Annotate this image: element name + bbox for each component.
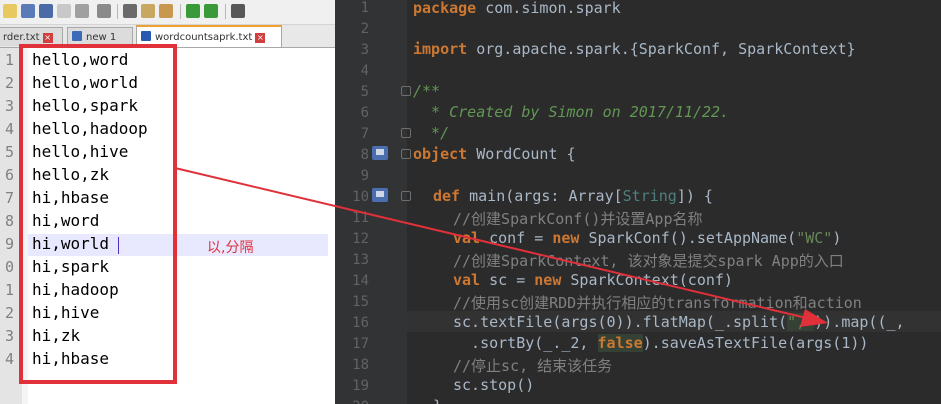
run-gutter-icon[interactable] xyxy=(372,146,388,160)
line-number: 7 xyxy=(4,189,14,207)
ide-line-number: 12 xyxy=(352,231,369,247)
code-line-14: val sc = new SparkContext(conf) xyxy=(453,271,733,289)
save-all-icon[interactable] xyxy=(39,4,53,18)
code-line-12: val conf = new SparkConf().setAppName("W… xyxy=(453,229,842,247)
ide-line-number: 6 xyxy=(360,105,369,121)
new-file-icon[interactable] xyxy=(3,4,17,18)
redo-icon[interactable] xyxy=(204,4,218,18)
tab-label: new 1 xyxy=(86,32,117,43)
file-icon xyxy=(72,31,82,41)
line-number: 2 xyxy=(4,74,14,92)
close-icon[interactable]: × xyxy=(42,33,53,43)
ide-line-number: 19 xyxy=(352,378,369,394)
close-all-icon[interactable] xyxy=(75,4,89,18)
ide-line-number: 15 xyxy=(352,294,369,310)
notepad-window: rder.txt × new 1 wordcountsaprk.txt × hell… xyxy=(0,0,335,404)
fold-icon[interactable] xyxy=(401,86,411,96)
line-number: 0 xyxy=(4,258,14,276)
fold-icon[interactable] xyxy=(401,191,411,201)
code-line-11: //创建SparkConf()并设置App名称 xyxy=(453,210,703,228)
line-number: 3 xyxy=(4,97,14,115)
code-line-20: } xyxy=(433,397,442,404)
code-line-7: */ xyxy=(413,124,450,142)
toolbar xyxy=(0,0,335,25)
fold-icon[interactable] xyxy=(401,149,411,159)
line-number: 1 xyxy=(4,281,14,299)
line-number: 3 xyxy=(4,327,14,345)
save-icon[interactable] xyxy=(21,4,35,18)
line-number: 4 xyxy=(4,120,14,138)
ide-line-number: 2 xyxy=(360,21,369,37)
code-line-5: /** xyxy=(413,82,441,100)
code-line-1: package com.simon.spark xyxy=(413,0,621,17)
line-number: 2 xyxy=(4,304,14,322)
code-line-8: object WordCount { xyxy=(413,145,576,163)
ide-line-number: 10 xyxy=(352,189,369,205)
line-number: 1 xyxy=(4,51,14,69)
copy-icon[interactable] xyxy=(141,4,155,18)
ide-line-number: 17 xyxy=(352,336,369,352)
ide-line-number: 1 xyxy=(360,0,369,16)
code-line-19: sc.stop() xyxy=(453,376,535,394)
ide-line-number: 16 xyxy=(352,315,369,331)
ide-line-number: 13 xyxy=(352,252,369,268)
ide-line-number: 5 xyxy=(360,84,369,100)
ide-line-number: 20 xyxy=(335,399,369,404)
ide-line-number: 11 xyxy=(352,210,369,226)
code-line-10: def main(args: Array[String]) { xyxy=(433,187,713,205)
ide-line-number: 4 xyxy=(360,63,369,79)
line-number: 8 xyxy=(4,212,14,230)
ide-line-number: 18 xyxy=(352,357,369,373)
code-line-13: //创建SparkContext, 该对象是提交spark App的入口 xyxy=(453,252,844,270)
fold-icon[interactable] xyxy=(401,128,411,138)
ide-line-number: 8 xyxy=(360,147,369,163)
code-line-17: .sortBy(_._2, false).saveAsTextFile(args… xyxy=(453,334,869,352)
red-highlight-box xyxy=(19,44,177,384)
tab-label: wordcountsaprk.txt xyxy=(155,32,253,43)
line-number: 4 xyxy=(4,350,14,368)
line-number: 6 xyxy=(4,166,14,184)
run-gutter-icon[interactable] xyxy=(372,188,388,202)
tab-label: rder.txt xyxy=(3,32,40,43)
code-line-16: sc.textFile(args(0)).flatMap(_.split(","… xyxy=(453,313,905,331)
print-icon[interactable] xyxy=(97,4,111,18)
code-line-6: * Created by Simon on 2017/11/22. xyxy=(413,103,730,121)
code-line-3: import org.apache.spark.{SparkConf, Spar… xyxy=(413,40,856,58)
ide-line-number: 7 xyxy=(360,126,369,142)
line-number: 9 xyxy=(4,235,14,253)
code-line-15: //使用sc创建RDD并执行相应的transformation和action xyxy=(453,294,862,312)
annotation-text: 以,分隔 xyxy=(207,240,254,256)
ide-editor: 1234567891011121314151617181920 package … xyxy=(335,0,941,404)
undo-icon[interactable] xyxy=(186,4,200,18)
file-icon xyxy=(141,31,151,41)
ide-line-number: 14 xyxy=(352,273,369,289)
paste-icon[interactable] xyxy=(159,4,173,18)
code-line-18: //停止sc, 结束该任务 xyxy=(453,357,613,375)
close-icon[interactable]: × xyxy=(255,33,266,43)
find-icon[interactable] xyxy=(231,4,245,18)
cut-icon[interactable] xyxy=(123,4,137,18)
close-file-icon[interactable] xyxy=(57,4,71,18)
ide-line-number: 9 xyxy=(360,168,369,184)
ide-line-number: 3 xyxy=(360,42,369,58)
line-number: 5 xyxy=(4,143,14,161)
